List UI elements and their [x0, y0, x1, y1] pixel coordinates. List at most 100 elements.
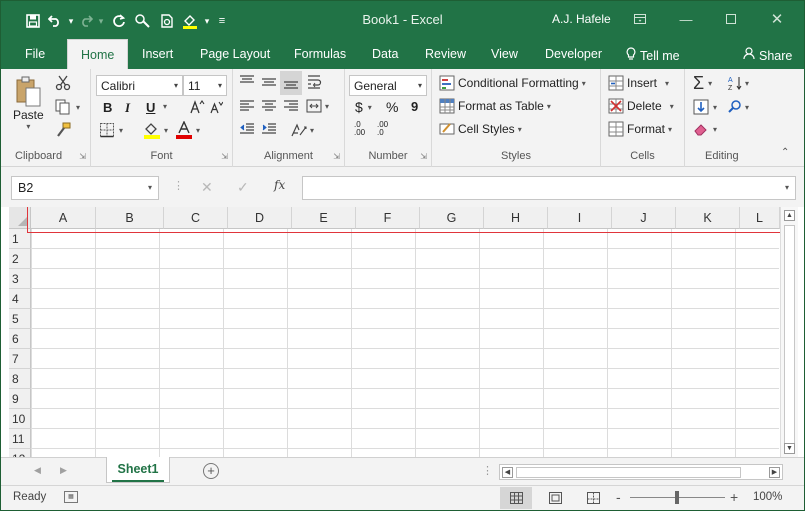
fill-color-dropdown-icon[interactable]: ▾	[201, 10, 213, 32]
user-name[interactable]: A.J. Hafele	[552, 12, 611, 26]
italic-button[interactable]: I	[125, 100, 130, 116]
tell-me-box[interactable]: Tell me	[626, 47, 680, 63]
maximize-icon[interactable]	[714, 7, 748, 31]
close-icon[interactable]: ✕	[760, 7, 794, 31]
currency-button[interactable]: $ ▾	[355, 99, 372, 115]
decrease-font-size-icon[interactable]	[209, 100, 223, 115]
row-header-11[interactable]: 11	[9, 429, 31, 449]
clear-button[interactable]: ▾	[693, 122, 717, 136]
align-center-icon[interactable]	[261, 99, 277, 113]
insert-cells-button[interactable]: Insert ▾	[608, 75, 669, 91]
cell-area[interactable]	[31, 229, 779, 457]
horizontal-scroll-thumb[interactable]	[516, 467, 741, 478]
undo-dropdown-icon[interactable]: ▾	[65, 10, 77, 32]
touch-mode-icon[interactable]	[131, 10, 155, 32]
find-select-button[interactable]: ▾	[727, 99, 749, 115]
alignment-launcher-icon[interactable]: ⇲	[333, 152, 340, 161]
tab-file[interactable]: File	[25, 47, 45, 61]
font-color-button[interactable]: ▾	[175, 121, 200, 139]
middle-align-icon[interactable]	[261, 75, 277, 89]
scroll-right-icon[interactable]: ▶	[769, 467, 780, 478]
macro-recording-icon[interactable]: ▦	[64, 491, 78, 503]
sort-filter-button[interactable]: AZ ▾	[727, 75, 749, 91]
column-header-f[interactable]: F	[356, 207, 420, 229]
column-header-d[interactable]: D	[228, 207, 292, 229]
ribbon-display-options-icon[interactable]	[623, 7, 657, 31]
tab-home[interactable]: Home	[67, 39, 129, 69]
number-format-combo[interactable]: General ▾	[349, 75, 427, 96]
customize-qat-icon[interactable]: ≡	[213, 10, 231, 32]
tab-formulas[interactable]: Formulas	[294, 47, 346, 61]
borders-button[interactable]: ▾	[99, 122, 123, 138]
insert-function-button[interactable]: fx	[274, 178, 285, 192]
row-header-2[interactable]: 2	[9, 249, 31, 269]
fill-color-icon[interactable]	[179, 10, 201, 32]
top-align-icon[interactable]	[239, 75, 255, 89]
format-painter-button[interactable]	[55, 122, 71, 138]
previous-sheet-icon[interactable]: ◀	[34, 465, 41, 476]
row-header-6[interactable]: 6	[9, 329, 31, 349]
scroll-left-icon[interactable]: ◀	[502, 467, 513, 478]
redo-icon[interactable]	[77, 10, 95, 32]
font-launcher-icon[interactable]: ⇲	[221, 152, 228, 161]
column-header-c[interactable]: C	[164, 207, 228, 229]
row-header-8[interactable]: 8	[9, 369, 31, 389]
underline-button[interactable]: U	[146, 100, 155, 115]
tab-data[interactable]: Data	[372, 47, 398, 61]
undo-icon[interactable]	[45, 10, 65, 32]
orientation-icon[interactable]: ▾	[290, 122, 314, 138]
zoom-in-button[interactable]: +	[730, 489, 738, 505]
paste-button[interactable]: Paste ▾	[13, 75, 44, 131]
normal-view-icon[interactable]	[500, 487, 532, 509]
horizontal-scrollbar[interactable]: ◀ ▶	[499, 464, 783, 480]
copy-button[interactable]: ▾	[55, 99, 80, 115]
row-header-10[interactable]: 10	[9, 409, 31, 429]
column-header-e[interactable]: E	[292, 207, 356, 229]
tab-insert[interactable]: Insert	[142, 47, 173, 61]
fill-button[interactable]: ▾	[693, 99, 717, 115]
increase-font-size-icon[interactable]	[189, 99, 205, 115]
formula-bar-grip-icon[interactable]: ⋮	[173, 179, 184, 192]
conditional-formatting-button[interactable]: Conditional Formatting ▾	[439, 75, 586, 91]
merge-center-icon[interactable]: ▾	[306, 98, 329, 114]
vertical-scroll-thumb[interactable]	[784, 225, 795, 445]
delete-cells-button[interactable]: Delete ▾	[608, 98, 674, 114]
tab-review[interactable]: Review	[425, 47, 466, 61]
name-box[interactable]: B2 ▾	[11, 176, 159, 200]
format-cells-button[interactable]: Format ▾	[608, 121, 672, 137]
select-all-button[interactable]	[9, 207, 31, 229]
row-header-5[interactable]: 5	[9, 309, 31, 329]
percent-button[interactable]: %	[386, 99, 398, 115]
decrease-indent-icon[interactable]	[239, 122, 255, 136]
tab-view[interactable]: View	[491, 47, 518, 61]
print-preview-icon[interactable]	[155, 10, 179, 32]
vertical-scrollbar[interactable]: ▲ ▼	[780, 207, 798, 457]
bold-button[interactable]: B	[103, 100, 112, 115]
number-launcher-icon[interactable]: ⇲	[420, 152, 427, 161]
zoom-out-button[interactable]: -	[616, 489, 621, 505]
column-header-h[interactable]: H	[484, 207, 548, 229]
minimize-icon[interactable]: —	[669, 7, 703, 31]
zoom-level[interactable]: 100%	[753, 491, 782, 503]
increase-indent-icon[interactable]	[261, 122, 277, 136]
formula-input[interactable]: ▾	[302, 176, 796, 200]
redo-dropdown-icon[interactable]: ▾	[95, 10, 107, 32]
cancel-icon[interactable]: ✕	[201, 179, 213, 196]
enter-icon[interactable]: ✓	[237, 179, 249, 196]
column-header-i[interactable]: I	[548, 207, 612, 229]
autosum-button[interactable]: Σ ▾	[693, 73, 712, 94]
increase-decimal-button[interactable]: .0 .00	[354, 121, 365, 137]
comma-style-button[interactable]: 9	[411, 99, 418, 114]
fill-color-button[interactable]: ▾	[143, 121, 168, 139]
column-header-l[interactable]: L	[740, 207, 780, 229]
column-header-j[interactable]: J	[612, 207, 676, 229]
page-layout-view-icon[interactable]	[539, 487, 571, 509]
collapse-ribbon-icon[interactable]: ⌃	[781, 147, 789, 158]
row-header-3[interactable]: 3	[9, 269, 31, 289]
column-header-k[interactable]: K	[676, 207, 740, 229]
share-button[interactable]: Share	[743, 47, 792, 63]
worksheet-grid[interactable]: ABCDEFGHIJKL 123456789101112 ▲ ▼	[1, 207, 804, 457]
row-header-9[interactable]: 9	[9, 389, 31, 409]
column-header-b[interactable]: B	[96, 207, 164, 229]
save-icon[interactable]	[21, 10, 45, 32]
